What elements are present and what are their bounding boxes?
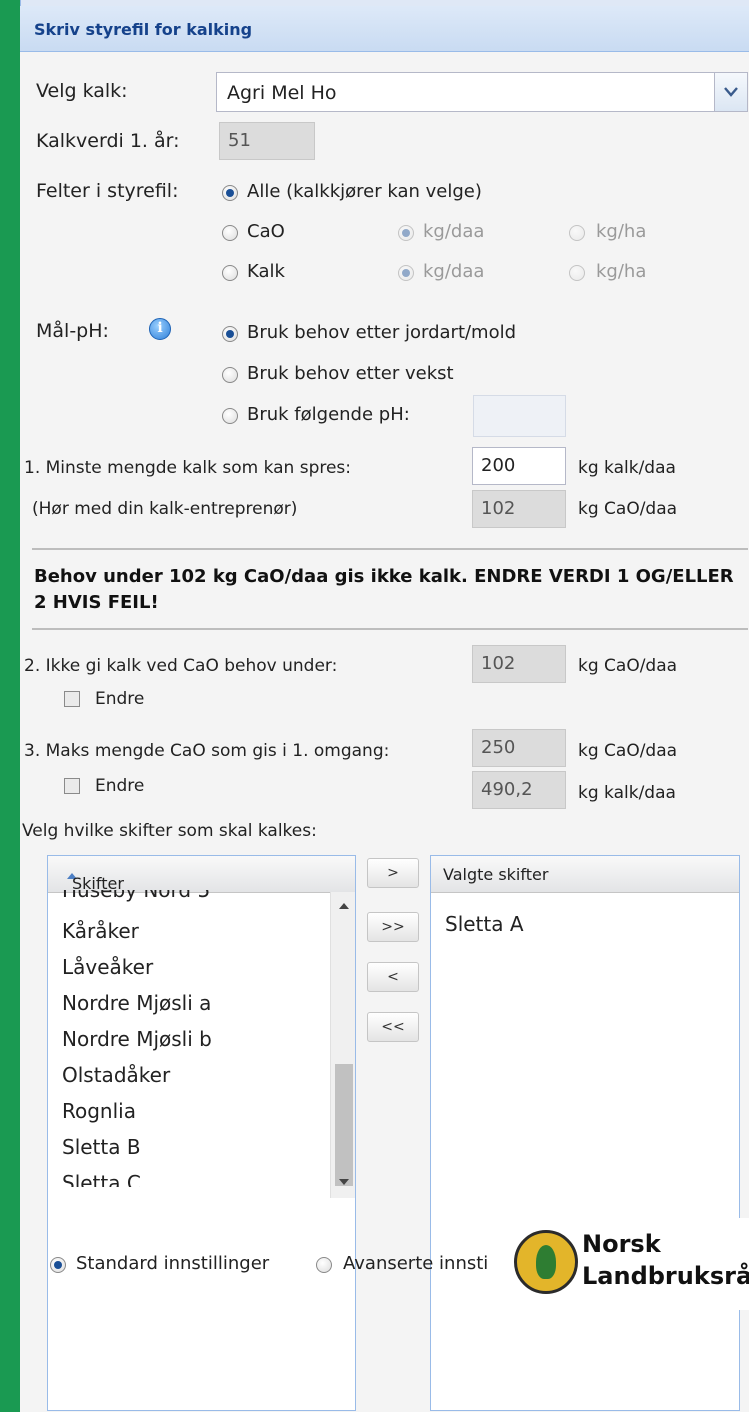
malph-jordart-radio[interactable] [222, 326, 238, 342]
list-item[interactable]: Låveåker [48, 949, 328, 985]
hor-unit: kg CaO/daa [578, 499, 678, 519]
kalk-select-value: Agri Mel Ho [227, 82, 337, 104]
kalk-kgdaa-label: kg/daa [423, 261, 485, 282]
felter-cao-label: CaO [247, 221, 285, 242]
list-item[interactable]: Nordre Mjøsli a [48, 985, 328, 1021]
felter-alle-label: Alle (kalkkjører kan velge) [247, 181, 482, 202]
back-all-button[interactable]: << [367, 1012, 419, 1042]
standard-label: Standard innstillinger [76, 1253, 270, 1274]
maks-unit: kg CaO/daa [578, 741, 678, 761]
move-one-button[interactable]: > [367, 858, 419, 888]
list-item[interactable]: Sletta B [48, 1129, 328, 1165]
min-input[interactable]: 200 [472, 447, 566, 485]
scroll-down-icon[interactable] [331, 1172, 356, 1192]
endre1-checkbox[interactable] [64, 691, 80, 707]
ikke-label: 2. Ikke gi kalk ved CaO behov under: [24, 656, 338, 676]
kalkverdi-field: 51 [219, 122, 315, 160]
kalk-select[interactable]: Agri Mel Ho [216, 72, 748, 112]
scrollbar-thumb[interactable] [335, 1064, 353, 1186]
cao-kgdaa-radio[interactable] [398, 225, 414, 241]
valgte-grid-header[interactable]: Valgte skifter [431, 856, 739, 893]
cao-kgdaa-label: kg/daa [423, 221, 485, 242]
skifter-scrollbar[interactable] [330, 892, 356, 1198]
endre2-checkbox[interactable] [64, 778, 80, 794]
felter-label: Felter i styrefil: [36, 180, 179, 202]
skifter-grid[interactable]: Skifter Huseby Nord 5 Kåråker Låveåker N… [47, 855, 356, 1411]
malph-folgende-radio[interactable] [222, 408, 238, 424]
kalk-kgha-radio[interactable] [569, 265, 585, 281]
kalk-kgdaa-radio[interactable] [398, 265, 414, 281]
kalk-select-trigger[interactable] [714, 73, 747, 111]
malph-label: Mål-pH: [36, 320, 109, 342]
back-one-button[interactable]: < [367, 962, 419, 992]
list-item[interactable]: Sletta C [48, 1165, 328, 1187]
list-item[interactable]: Huseby Nord 5 [48, 890, 328, 910]
valgte-header-label: Valgte skifter [443, 865, 549, 884]
malph-folgende-label: Bruk følgende pH: [247, 404, 410, 425]
kalk-kgha-label: kg/ha [596, 261, 647, 282]
skifter-grid-header[interactable]: Skifter [48, 856, 355, 893]
hor-field: 102 [472, 490, 566, 528]
maks-kalk-field: 490,2 [472, 771, 566, 809]
move-all-button[interactable]: >> [367, 912, 419, 942]
malph-jordart-label: Bruk behov etter jordart/mold [247, 322, 517, 343]
maks-field: 250 [472, 729, 566, 767]
list-item[interactable]: Rognlia [48, 1093, 328, 1129]
valgte-skifter-grid[interactable]: Valgte skifter Sletta A [430, 855, 740, 1411]
info-icon[interactable]: i [149, 318, 171, 340]
malph-vekst-label: Bruk behov etter vekst [247, 363, 454, 384]
list-item[interactable]: Nordre Mjøsli b [48, 1021, 328, 1057]
divider [32, 548, 748, 550]
advanced-label: Avanserte innsti [343, 1253, 489, 1274]
list-item[interactable]: Kåråker [48, 913, 328, 949]
warning-text: Behov under 102 kg CaO/daa gis ikke kalk… [34, 566, 734, 613]
logo-line2: Landbruksrå [582, 1262, 749, 1290]
felter-cao-radio[interactable] [222, 225, 238, 241]
skifter-label: Velg hvilke skifter som skal kalkes: [22, 821, 317, 841]
cao-kgha-radio[interactable] [569, 225, 585, 241]
logo-mark-icon [514, 1230, 578, 1294]
maks-label: 3. Maks mengde CaO som gis i 1. omgang: [24, 741, 390, 761]
felter-kalk-radio[interactable] [222, 265, 238, 281]
endre2-label: Endre [95, 776, 145, 796]
divider [32, 628, 748, 630]
hor-label: (Hør med din kalk-entreprenør) [32, 499, 298, 519]
logo: Norsk Landbruksrå [508, 1218, 749, 1310]
min-label: 1. Minste mengde kalk som kan spres: [24, 458, 352, 478]
felter-alle-radio[interactable] [222, 185, 238, 201]
dialog-header: Skriv styrefil for kalking [20, 6, 749, 52]
kalk-label: Velg kalk: [36, 80, 128, 102]
kalkverdi-label: Kalkverdi 1. år: [36, 130, 180, 152]
min-unit: kg kalk/daa [578, 458, 676, 478]
advanced-radio[interactable] [316, 1257, 332, 1273]
scroll-up-icon[interactable] [331, 896, 356, 916]
endre1-label: Endre [95, 689, 145, 709]
cao-kgha-label: kg/ha [596, 221, 647, 242]
ikke-field: 102 [472, 645, 566, 683]
dialog-title: Skriv styrefil for kalking [34, 20, 253, 39]
malph-vekst-radio[interactable] [222, 367, 238, 383]
ph-input[interactable] [473, 395, 566, 437]
list-item[interactable]: Olstadåker [48, 1057, 328, 1093]
list-item[interactable]: Sletta A [431, 906, 711, 942]
ikke-unit: kg CaO/daa [578, 656, 678, 676]
felter-kalk-label: Kalk [247, 261, 285, 282]
chevron-down-icon [724, 87, 738, 97]
standard-radio[interactable] [50, 1257, 66, 1273]
maks-kalk-unit: kg kalk/daa [578, 783, 676, 803]
logo-line1: Norsk [582, 1230, 661, 1258]
